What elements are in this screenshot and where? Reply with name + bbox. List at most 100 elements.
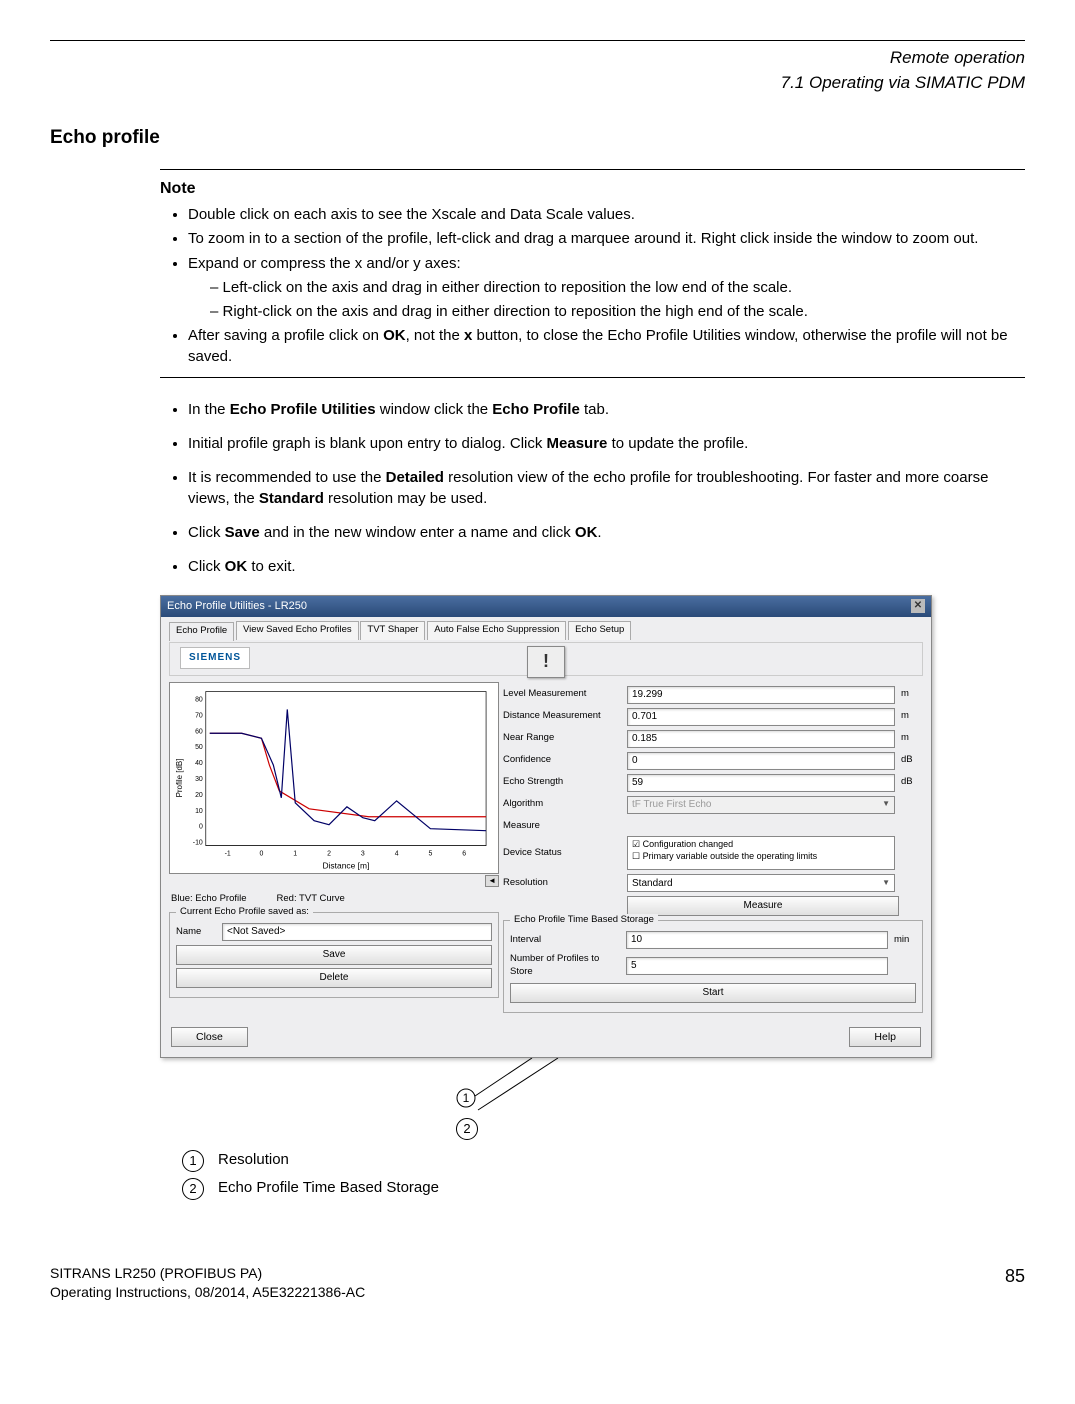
note-bullet: After saving a profile click on OK, not …	[188, 326, 1025, 367]
note-text: , not the	[406, 327, 464, 344]
callout-text-2: Echo Profile Time Based Storage	[218, 1176, 451, 1202]
svg-text:0: 0	[260, 850, 264, 857]
step-text: to exit.	[247, 558, 295, 575]
name-label: Name	[176, 926, 216, 939]
svg-text:-1: -1	[225, 850, 231, 857]
distance-field[interactable]: 0.701	[627, 708, 895, 726]
save-button[interactable]: Save	[176, 945, 492, 965]
step-text: Click	[188, 524, 225, 541]
confidence-field[interactable]: 0	[627, 752, 895, 770]
device-status-box[interactable]: ☑ Configuration changed ☐ Primary variab…	[627, 836, 895, 870]
note-subbullet: Left-click on the axis and drag in eithe…	[210, 278, 1025, 298]
step-bold: OK	[225, 558, 248, 575]
resolution-select[interactable]: Standard ▼	[627, 874, 895, 892]
near-range-unit: m	[901, 732, 923, 745]
svg-text:2: 2	[327, 850, 331, 857]
header-section: 7.1 Operating via SIMATIC PDM	[50, 72, 1025, 95]
note-block: Note Double click on each axis to see th…	[160, 169, 1025, 378]
chart-y-label: Profile [dB]	[175, 758, 184, 797]
tab-view-saved[interactable]: View Saved Echo Profiles	[236, 621, 359, 640]
name-field[interactable]: <Not Saved>	[222, 923, 492, 941]
svg-text:60: 60	[195, 728, 203, 735]
tab-echo-setup[interactable]: Echo Setup	[568, 621, 631, 640]
status-line: Configuration changed	[643, 839, 734, 849]
echo-strength-unit: dB	[901, 776, 923, 789]
device-status-label: Device Status	[503, 847, 621, 860]
close-button[interactable]: Close	[171, 1027, 248, 1047]
close-icon[interactable]: ✕	[911, 599, 925, 613]
algorithm-select[interactable]: tF True First Echo▼	[627, 796, 895, 814]
header-block: Remote operation 7.1 Operating via SIMAT…	[50, 47, 1025, 95]
note-bold: OK	[383, 327, 406, 344]
callout-num-2: 2	[182, 1178, 204, 1200]
legend-blue: Blue: Echo Profile	[171, 893, 247, 906]
window-title: Echo Profile Utilities - LR250	[167, 599, 307, 614]
svg-text:6: 6	[462, 850, 466, 857]
algorithm-label: Algorithm	[503, 798, 621, 811]
resolution-value: Standard	[632, 877, 673, 891]
help-button[interactable]: Help	[849, 1027, 921, 1047]
tab-tvt-shaper[interactable]: TVT Shaper	[360, 621, 425, 640]
tab-auto-false-echo[interactable]: Auto False Echo Suppression	[427, 621, 566, 640]
warning-status-icon: !	[527, 646, 565, 678]
distance-unit: m	[901, 710, 923, 723]
svg-text:1: 1	[293, 850, 297, 857]
window-titlebar[interactable]: Echo Profile Utilities - LR250 ✕	[161, 596, 931, 617]
confidence-unit: dB	[901, 754, 923, 767]
svg-text:0: 0	[199, 823, 203, 830]
svg-text:3: 3	[361, 850, 365, 857]
level-label: Level Measurement	[503, 688, 621, 701]
chart-resize-handle[interactable]: ◄	[485, 875, 499, 888]
chevron-down-icon: ▼	[882, 878, 890, 889]
step-bold: Echo Profile	[492, 401, 580, 418]
profiles-count-field[interactable]: 5	[626, 957, 888, 975]
start-button[interactable]: Start	[510, 983, 916, 1003]
callout-legend: 1 Resolution 2 Echo Profile Time Based Sto…	[180, 1146, 453, 1204]
legend-red: Red: TVT Curve	[277, 893, 345, 906]
step-text: window click the	[376, 401, 493, 418]
callout-text-1: Resolution	[218, 1148, 451, 1174]
step-text: Initial profile graph is blank upon entr…	[188, 435, 547, 452]
svg-text:40: 40	[195, 760, 203, 767]
interval-label: Interval	[510, 934, 620, 947]
page-footer: SITRANS LR250 (PROFIBUS PA) Operating In…	[50, 1264, 1025, 1302]
echo-strength-field[interactable]: 59	[627, 774, 895, 792]
algorithm-value: tF True First Echo	[632, 798, 711, 812]
echo-profile-chart[interactable]: -10010 203040 506070 80 -101 234 56	[169, 682, 499, 874]
storage-title: Echo Profile Time Based Storage	[510, 914, 658, 927]
step-text: .	[597, 524, 601, 541]
step-item: In the Echo Profile Utilities window cli…	[188, 400, 1025, 420]
svg-text:70: 70	[195, 712, 203, 719]
tab-echo-profile[interactable]: Echo Profile	[169, 622, 234, 641]
step-text: It is recommended to use the	[188, 469, 386, 486]
resolution-label: Resolution	[503, 877, 621, 890]
footer-product: SITRANS LR250 (PROFIBUS PA)	[50, 1264, 365, 1283]
step-bold: OK	[575, 524, 598, 541]
siemens-logo: SIEMENS	[180, 647, 250, 669]
saved-as-title: Current Echo Profile saved as:	[176, 906, 313, 919]
note-label: Note	[160, 178, 1025, 200]
svg-text:4: 4	[395, 850, 399, 857]
svg-text:10: 10	[195, 807, 203, 814]
warning-glyph: !	[543, 649, 549, 673]
callout-num-1: 1	[182, 1150, 204, 1172]
delete-button[interactable]: Delete	[176, 968, 492, 988]
near-range-field[interactable]: 0.185	[627, 730, 895, 748]
header-chapter: Remote operation	[50, 47, 1025, 70]
step-text: Click	[188, 558, 225, 575]
page-number: 85	[1005, 1264, 1025, 1302]
saved-as-group: Current Echo Profile saved as: Name <Not…	[169, 912, 499, 998]
footer-docinfo: Operating Instructions, 08/2014, A5E3222…	[50, 1283, 365, 1302]
note-subbullet: Right-click on the axis and drag in eith…	[210, 302, 1025, 322]
level-field[interactable]: 19.299	[627, 686, 895, 704]
chart-x-label: Distance [m]	[322, 860, 369, 870]
echo-profile-utilities-window: Echo Profile Utilities - LR250 ✕ Echo Pr…	[160, 595, 932, 1058]
section-title: Echo profile	[50, 125, 1025, 151]
note-text: Expand or compress the x and/or y axes:	[188, 255, 461, 272]
interval-field[interactable]: 10	[626, 931, 888, 949]
note-end-rule	[160, 377, 1025, 378]
measure-button[interactable]: Measure	[627, 896, 899, 916]
svg-text:80: 80	[195, 696, 203, 703]
step-bold: Detailed	[386, 469, 444, 486]
svg-text:50: 50	[195, 744, 203, 751]
